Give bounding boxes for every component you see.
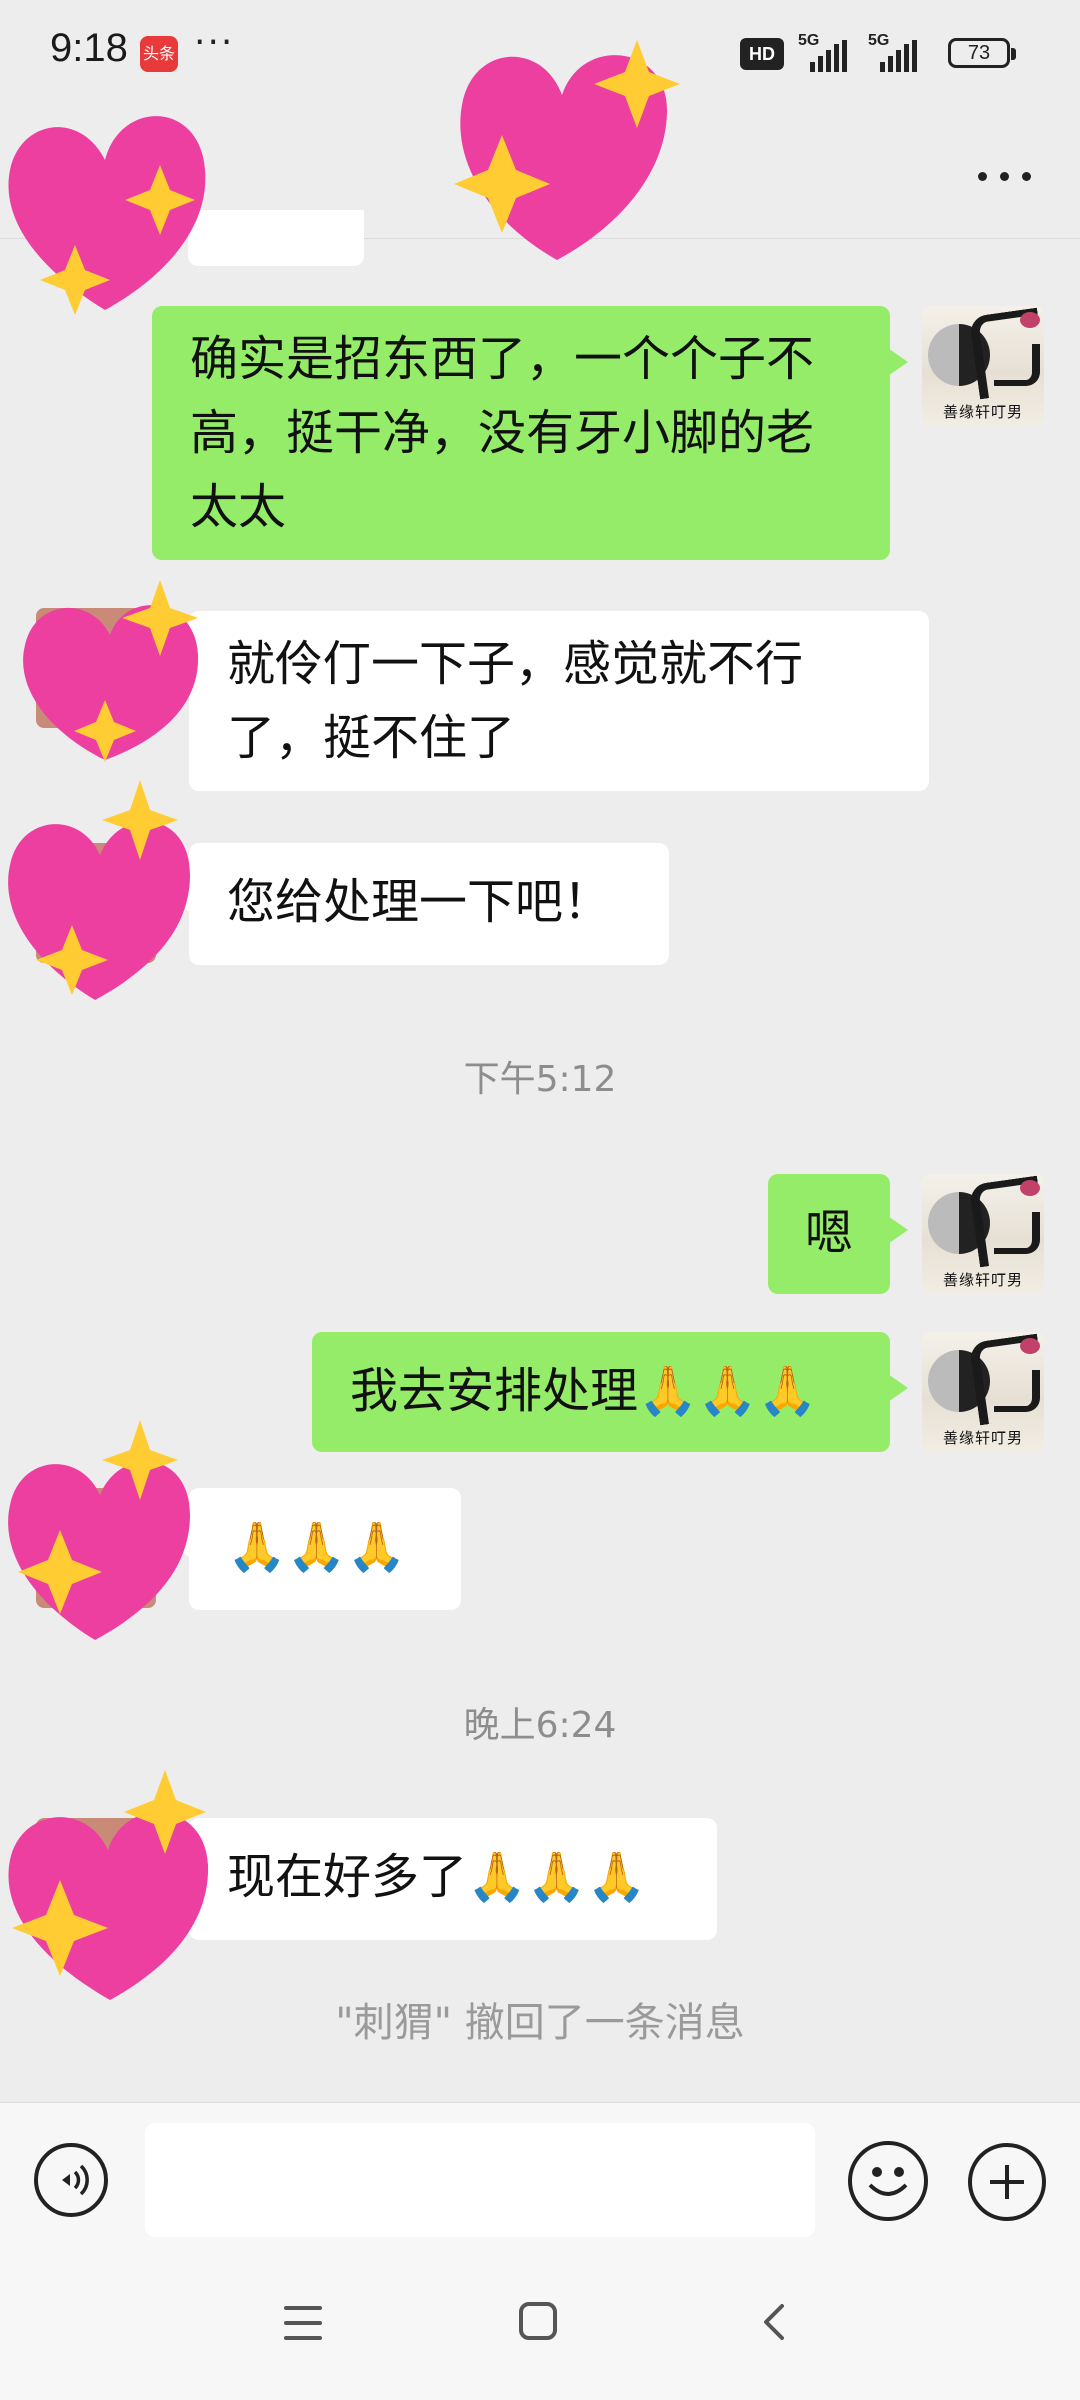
chat-screen: 9:18 头条 ··· HD 5G 5G 73 确实是招东西了，一个个子不高，挺… [0, 0, 1080, 2400]
menu-icon[interactable] [284, 2306, 322, 2340]
timestamp-label: 晚上6:24 [463, 1705, 617, 1746]
avatar-caption: 善缘轩叮男 [942, 1271, 1023, 1289]
toutiao-app-icon: 头条 [140, 36, 178, 72]
heart-sticker-icon [8, 116, 206, 315]
heart-sticker-icon [454, 40, 680, 260]
voice-input-button[interactable] [34, 2143, 108, 2217]
home-square-icon[interactable] [519, 2302, 557, 2340]
emoji-button[interactable] [848, 2141, 928, 2221]
system-nav-bar [0, 2242, 1080, 2400]
avatar-caption: 善缘轩叮男 [942, 403, 1023, 421]
plus-button[interactable] [968, 2143, 1046, 2221]
message-bubble-received[interactable]: 🙏🙏🙏 [171, 1488, 461, 1610]
message-text: 就伶仃一下子，感觉就不行了，挺不住了 [227, 636, 804, 766]
message-text: 您给处理一下吧！ [227, 874, 612, 930]
more-options-button[interactable] [970, 150, 1040, 200]
heart-sticker-icon [8, 1770, 209, 2000]
message-bubble-sent[interactable]: 我去安排处理🙏🙏🙏 [312, 1332, 908, 1452]
message-text: 确实是招东西了，一个个子不高，挺干净，没有牙小脚的老太太 [190, 331, 815, 535]
message-bubble-sent[interactable]: 嗯 [768, 1174, 908, 1294]
signal-strength-icon-2: 5G [868, 32, 932, 72]
signal-strength-icon-1: 5G [798, 32, 862, 72]
message-text: 🙏🙏🙏 [227, 1519, 407, 1575]
self-avatar[interactable]: 善缘轩叮男 [922, 1332, 1044, 1452]
smiley-icon [868, 2167, 908, 2196]
heart-sticker-icon [8, 780, 191, 1000]
message-text: 我去安排处理🙏🙏🙏 [350, 1363, 818, 1419]
message-text: 嗯 [804, 1205, 853, 1261]
timestamp-label: 下午5:12 [463, 1059, 617, 1100]
heart-sticker-icon [8, 1420, 191, 1640]
avatar-caption: 善缘轩叮男 [942, 1429, 1023, 1447]
message-bubble-sent[interactable]: 确实是招东西了，一个个子不高，挺干净，没有牙小脚的老太太 [152, 306, 908, 560]
battery-icon: 73 [948, 38, 1016, 68]
message-input[interactable] [145, 2123, 815, 2237]
message-bubble-received[interactable]: 现在好多了🙏🙏🙏 [171, 1818, 717, 1940]
notification-more-icon: ··· [194, 22, 235, 63]
heart-sticker-icon [23, 580, 199, 762]
self-avatar[interactable]: 善缘轩叮男 [922, 306, 1044, 426]
more-dots-icon [978, 172, 987, 181]
message-text: 现在好多了🙏🙏🙏 [227, 1849, 647, 1905]
hd-voice-icon: HD [740, 38, 784, 70]
self-avatar[interactable]: 善缘轩叮男 [922, 1174, 1044, 1294]
message-bubble-received[interactable]: 您给处理一下吧！ [171, 843, 669, 965]
voice-input-icon [62, 2164, 89, 2196]
status-time: 9:18 [50, 26, 128, 70]
back-chevron-icon[interactable] [756, 2302, 796, 2342]
message-bubble-received[interactable]: 就伶仃一下子，感觉就不行了，挺不住了 [171, 611, 929, 791]
input-bar [0, 2102, 1080, 2243]
